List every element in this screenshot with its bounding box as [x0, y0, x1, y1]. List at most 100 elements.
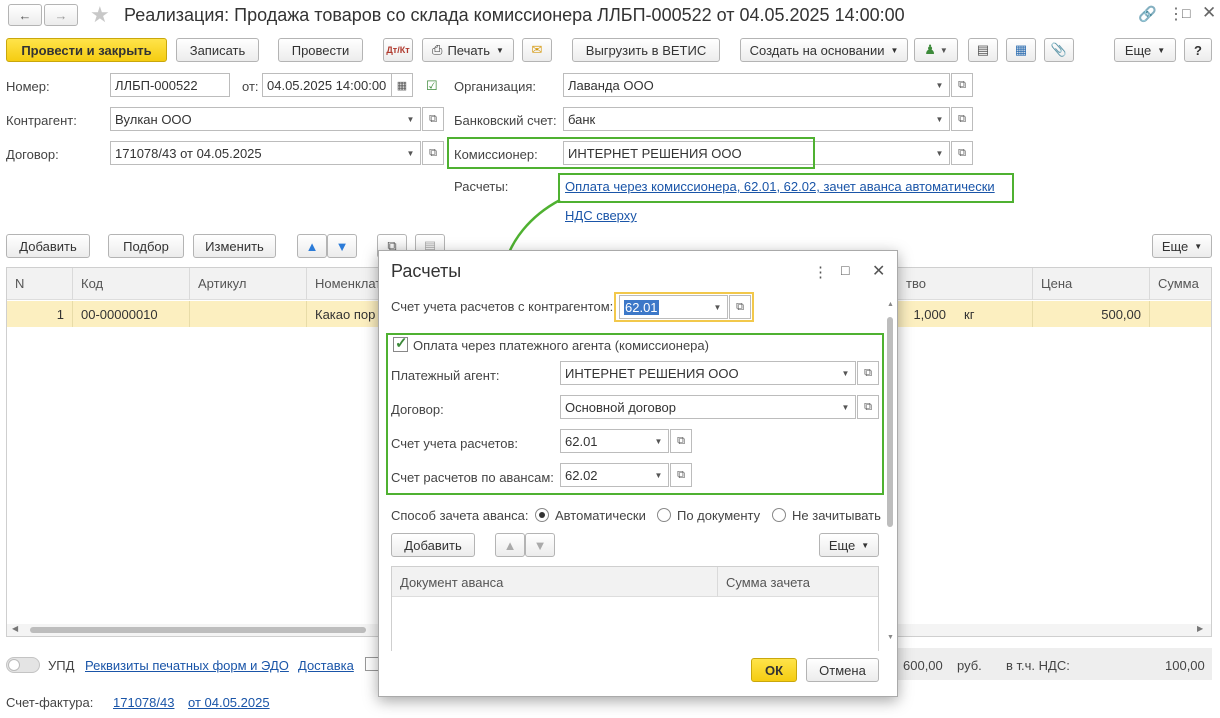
offset-none-label[interactable]: Не зачитывать — [792, 508, 881, 523]
check-document-icon[interactable]: ☑ — [426, 78, 438, 94]
footer-checkbox[interactable] — [365, 657, 379, 671]
post-and-close-button[interactable]: Провести и закрыть — [6, 38, 167, 62]
row-sum[interactable] — [1150, 301, 1211, 327]
open-icon[interactable]: ⧉ — [422, 107, 444, 131]
dialog-more-button[interactable]: Еще ▼ — [819, 533, 879, 557]
column-sum[interactable]: Сумма — [1150, 268, 1211, 300]
column-n[interactable]: N — [7, 268, 73, 300]
favorite-star-icon[interactable]: ★ — [90, 2, 110, 28]
help-button[interactable]: ? — [1184, 38, 1212, 62]
date-field[interactable]: 04.05.2025 14:00:00 — [262, 73, 392, 97]
structure-icon[interactable]: ▦ — [1006, 38, 1036, 62]
users-icon[interactable]: ♟ ▼ — [914, 38, 958, 62]
row-name[interactable]: Какао пор — [307, 301, 381, 327]
scroll-down-icon[interactable]: ▼ — [887, 634, 894, 641]
chevron-down-icon[interactable]: ▼ — [708, 295, 728, 319]
upd-toggle[interactable] — [6, 657, 40, 673]
invoice-link-date[interactable]: от 04.05.2025 — [188, 695, 270, 710]
scroll-left-icon[interactable]: ◀ — [12, 624, 18, 633]
arrow-up-icon[interactable]: ▲ — [297, 234, 327, 258]
print-forms-link[interactable]: Реквизиты печатных форм и ЭДО — [85, 658, 289, 673]
open-icon[interactable]: ⧉ — [951, 73, 973, 97]
chevron-down-icon[interactable]: ▼ — [401, 141, 421, 165]
back-button[interactable]: ← — [8, 4, 42, 26]
attachment-icon[interactable]: 📎 — [1044, 38, 1074, 62]
open-icon[interactable]: ⧉ — [951, 141, 973, 165]
settle-account-field[interactable]: 62.01 — [560, 429, 650, 453]
chevron-down-icon[interactable]: ▼ — [930, 107, 950, 131]
close-icon[interactable]: ✕ — [1202, 3, 1216, 23]
invoice-link-number[interactable]: 171078/43 — [113, 695, 174, 710]
vat-on-top-link[interactable]: НДС сверху — [565, 208, 637, 223]
open-icon[interactable]: ⧉ — [670, 429, 692, 453]
row-code[interactable]: 00-00000010 — [73, 301, 190, 327]
offset-doc-label[interactable]: По документу — [677, 508, 760, 523]
open-icon[interactable]: ⧉ — [857, 395, 879, 419]
contractor-field[interactable]: Вулкан ООО — [110, 107, 402, 131]
link-icon[interactable]: 🔗 — [1138, 5, 1157, 23]
bank-account-field[interactable]: банк — [563, 107, 931, 131]
row-price[interactable]: 500,00 — [1033, 301, 1150, 327]
report-icon[interactable]: ▤ — [968, 38, 998, 62]
email-icon[interactable]: ✉ — [522, 38, 552, 62]
contract-field[interactable]: 171078/43 от 04.05.2025 — [110, 141, 402, 165]
column-price[interactable]: Цена — [1033, 268, 1150, 300]
offset-none-radio[interactable] — [772, 508, 786, 522]
open-icon[interactable]: ⧉ — [422, 141, 444, 165]
chevron-down-icon[interactable]: ▼ — [836, 395, 856, 419]
pick-button[interactable]: Подбор — [108, 234, 184, 258]
more-button[interactable]: Еще ▼ — [1114, 38, 1176, 62]
row-article[interactable] — [190, 301, 307, 327]
edit-button[interactable]: Изменить — [193, 234, 276, 258]
open-icon[interactable]: ⧉ — [729, 295, 751, 319]
dialog-add-button[interactable]: Добавить — [391, 533, 475, 557]
export-vetis-button[interactable]: Выгрузить в ВЕТИС — [572, 38, 720, 62]
menu-dots-icon[interactable]: ⋮ — [813, 263, 828, 281]
agent-checkbox-label[interactable]: Оплата через платежного агента (комиссио… — [413, 338, 709, 353]
add-row-button[interactable]: Добавить — [6, 234, 90, 258]
dialog-scrollbar-thumb[interactable] — [887, 317, 893, 527]
agent-field[interactable]: ИНТЕРНЕТ РЕШЕНИЯ ООО — [560, 361, 837, 385]
print-button[interactable]: ⎙ Печать ▼ — [422, 38, 514, 62]
agent-checkbox[interactable]: ✓ — [393, 335, 408, 352]
offset-auto-label[interactable]: Автоматически — [555, 508, 646, 523]
arrow-down-icon[interactable]: ▼ — [327, 234, 357, 258]
column-offset-sum[interactable]: Сумма зачета — [718, 567, 878, 597]
create-based-on-button[interactable]: Создать на основании ▼ — [740, 38, 908, 62]
maximize-icon[interactable]: □ — [841, 262, 849, 278]
column-name[interactable]: Номенклат — [307, 268, 381, 300]
offset-doc-radio[interactable] — [657, 508, 671, 522]
open-icon[interactable]: ⧉ — [951, 107, 973, 131]
chevron-down-icon[interactable]: ▼ — [836, 361, 856, 385]
column-qty[interactable]: тво — [898, 268, 1033, 300]
close-icon[interactable]: ✕ — [872, 261, 885, 281]
row-qty[interactable]: 1,000 — [898, 301, 954, 327]
chevron-down-icon[interactable]: ▼ — [401, 107, 421, 131]
post-button[interactable]: Провести — [278, 38, 363, 62]
column-article[interactable]: Артикул — [190, 268, 307, 300]
chevron-down-icon[interactable]: ▼ — [930, 73, 950, 97]
row-unit[interactable]: кг — [954, 301, 1033, 327]
calendar-icon[interactable]: ▦ — [391, 73, 413, 97]
delivery-link[interactable]: Доставка — [298, 658, 354, 673]
chevron-down-icon[interactable]: ▼ — [930, 141, 950, 165]
dtkt-icon[interactable]: Дт/Кт — [383, 38, 413, 62]
cancel-button[interactable]: Отмена — [806, 658, 879, 682]
chevron-down-icon[interactable]: ▼ — [649, 463, 669, 487]
scroll-right-icon[interactable]: ▶ — [1197, 624, 1203, 633]
save-button[interactable]: Записать — [176, 38, 259, 62]
arrow-up-icon[interactable]: ▲ — [495, 533, 525, 557]
column-code[interactable]: Код — [73, 268, 190, 300]
open-icon[interactable]: ⧉ — [670, 463, 692, 487]
offset-auto-radio[interactable] — [535, 508, 549, 522]
maximize-icon[interactable]: □ — [1182, 5, 1190, 21]
open-icon[interactable]: ⧉ — [857, 361, 879, 385]
dialog-contract-field[interactable]: Основной договор — [560, 395, 837, 419]
ok-button[interactable]: ОК — [751, 658, 797, 682]
account-field[interactable]: 62.01 — [619, 295, 709, 319]
column-advance-doc[interactable]: Документ аванса — [392, 567, 718, 597]
chevron-down-icon[interactable]: ▼ — [649, 429, 669, 453]
scroll-up-icon[interactable]: ▲ — [887, 301, 894, 308]
scrollbar-thumb[interactable] — [30, 627, 366, 633]
advance-account-field[interactable]: 62.02 — [560, 463, 650, 487]
